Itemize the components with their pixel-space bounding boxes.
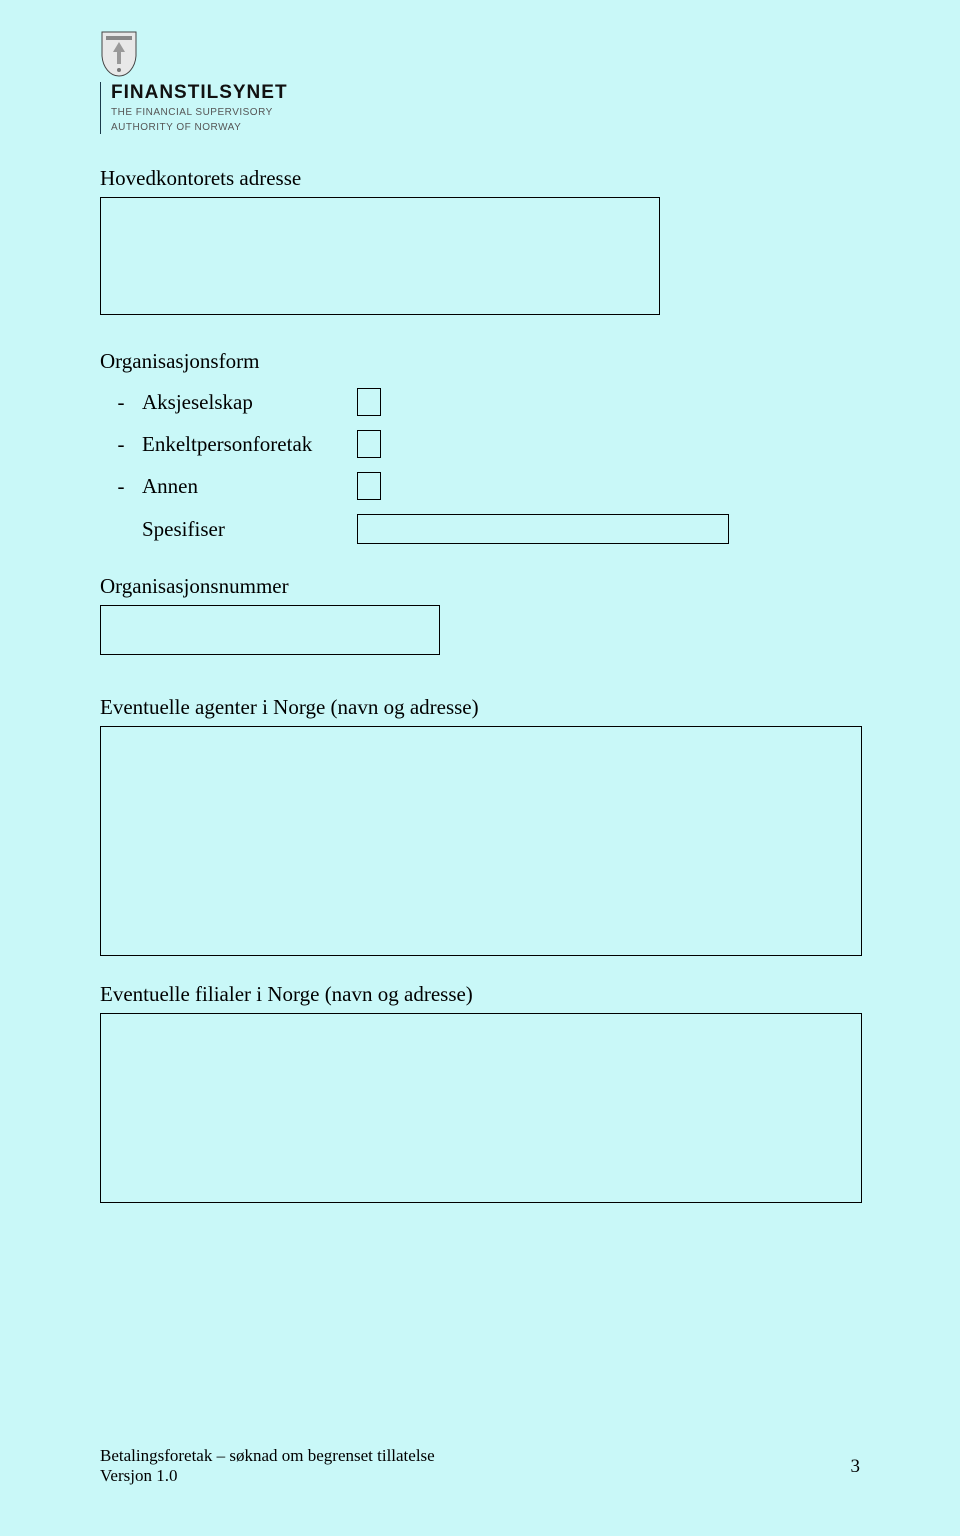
spesifiser-row: Spesifiser (100, 514, 860, 544)
option-annen-label: Annen (142, 474, 357, 499)
address-label: Hovedkontorets adresse (100, 166, 860, 191)
option-enkelt-label: Enkeltpersonforetak (142, 432, 357, 457)
brand-row: FINANSTILSYNET THE FINANCIAL SUPERVISORY… (100, 82, 860, 134)
page-number: 3 (851, 1456, 861, 1478)
logo-block: FINANSTILSYNET THE FINANCIAL SUPERVISORY… (100, 30, 860, 134)
footer-line1: Betalingsforetak – søknad om begrenset t… (100, 1446, 435, 1466)
brand-sub1: THE FINANCIAL SUPERVISORY (111, 106, 288, 119)
brand-divider (100, 82, 101, 134)
address-input[interactable] (100, 197, 660, 315)
orgnr-input[interactable] (100, 605, 440, 655)
form-page: FINANSTILSYNET THE FINANCIAL SUPERVISORY… (0, 0, 960, 1203)
checkbox-aksjeselskap[interactable] (357, 388, 381, 416)
option-aksjeselskap: - Aksjeselskap (100, 388, 860, 416)
footer: Betalingsforetak – søknad om begrenset t… (100, 1446, 435, 1486)
orgform-label: Organisasjonsform (100, 349, 860, 374)
orgnr-label: Organisasjonsnummer (100, 574, 860, 599)
option-annen: - Annen (100, 472, 860, 500)
brand-name: FINANSTILSYNET (111, 82, 288, 104)
checkbox-annen[interactable] (357, 472, 381, 500)
spesifiser-label: Spesifiser (100, 517, 357, 542)
spesifiser-input[interactable] (357, 514, 729, 544)
brand-text: FINANSTILSYNET THE FINANCIAL SUPERVISORY… (111, 82, 288, 134)
dash: - (100, 474, 142, 499)
footer-line2: Versjon 1.0 (100, 1466, 435, 1486)
crest-icon (100, 30, 138, 78)
org-form-section: Organisasjonsform - Aksjeselskap - Enkel… (100, 349, 860, 544)
agents-input[interactable] (100, 726, 862, 956)
dash: - (100, 390, 142, 415)
brand-sub2: AUTHORITY OF NORWAY (111, 121, 288, 134)
branches-input[interactable] (100, 1013, 862, 1203)
agents-label: Eventuelle agenter i Norge (navn og adre… (100, 695, 860, 720)
option-aksjeselskap-label: Aksjeselskap (142, 390, 357, 415)
option-enkeltpersonforetak: - Enkeltpersonforetak (100, 430, 860, 458)
dash: - (100, 432, 142, 457)
branches-label: Eventuelle filialer i Norge (navn og adr… (100, 982, 860, 1007)
checkbox-enkeltpersonforetak[interactable] (357, 430, 381, 458)
